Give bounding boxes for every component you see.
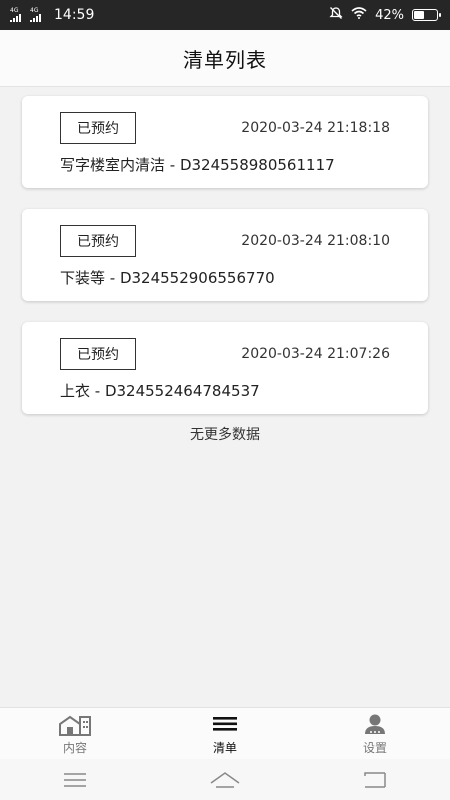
nav-item-settings[interactable]: 设置	[300, 708, 450, 760]
nav-item-list[interactable]: 清单	[150, 708, 300, 760]
status-left: 4G 4G 14:59	[10, 0, 94, 30]
battery-icon	[412, 9, 441, 21]
battery-level	[414, 11, 425, 19]
order-card[interactable]: 已预约 2020-03-24 21:18:18 写字楼室内清洁 - D32455…	[22, 96, 428, 188]
home-icon[interactable]	[195, 765, 255, 795]
order-description: 上衣 - D324552464784537	[60, 382, 260, 400]
order-time: 2020-03-24 21:08:10	[241, 233, 390, 249]
app-header: 清单列表	[0, 30, 450, 87]
mute-icon	[329, 6, 343, 24]
order-description: 下装等 - D324552906556770	[60, 269, 275, 287]
order-time: 2020-03-24 21:18:18	[241, 120, 390, 136]
person-icon	[362, 714, 388, 736]
status-badge: 已预约	[60, 338, 136, 370]
back-icon[interactable]	[345, 765, 405, 795]
order-description: 写字楼室内清洁 - D324558980561117	[60, 156, 335, 174]
nav-item-content[interactable]: 内容	[0, 708, 150, 760]
nav-label: 内容	[62, 741, 87, 755]
order-card[interactable]: 已预约 2020-03-24 21:08:10 下装等 - D324552906…	[22, 209, 428, 301]
status-badge: 已预约	[60, 112, 136, 144]
menu-icon[interactable]	[45, 765, 105, 795]
page-title: 清单列表	[183, 47, 267, 72]
status-bar: 4G 4G 14:59 42%	[0, 0, 450, 30]
battery-percent: 42%	[375, 7, 404, 23]
status-right: 42%	[329, 0, 441, 30]
bottom-nav: 内容 清单 设置	[0, 707, 450, 760]
order-list: 已预约 2020-03-24 21:18:18 写字楼室内清洁 - D32455…	[22, 96, 428, 435]
building-icon	[58, 714, 92, 736]
nav-label: 设置	[362, 741, 387, 755]
order-card[interactable]: 已预约 2020-03-24 21:07:26 上衣 - D3245524647…	[22, 322, 428, 414]
status-time: 14:59	[54, 7, 95, 23]
order-time: 2020-03-24 21:07:26	[241, 346, 390, 362]
signal-icon: 4G	[30, 8, 44, 22]
no-more-data-text: 无更多数据	[190, 427, 260, 443]
list-icon	[212, 714, 238, 736]
signal-icon: 4G	[10, 8, 24, 22]
system-nav-bar	[0, 759, 450, 800]
status-badge: 已预约	[60, 225, 136, 257]
nav-label: 清单	[212, 741, 237, 755]
wifi-icon	[351, 7, 367, 23]
